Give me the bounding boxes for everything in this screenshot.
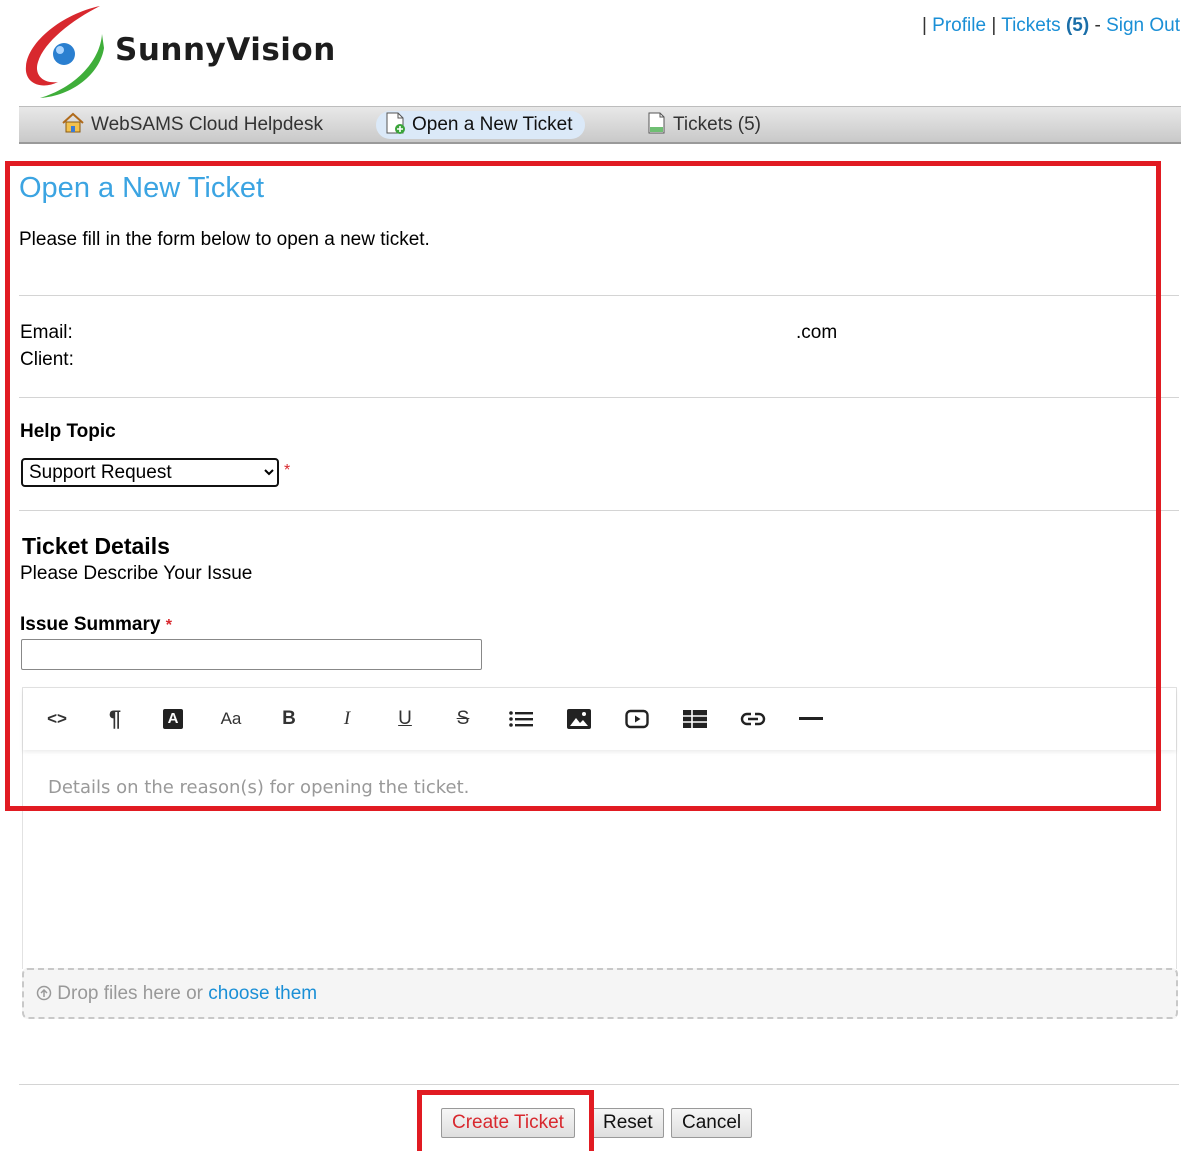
nav-bar: WebSAMS Cloud Helpdesk Open a New Ticket… [19,106,1181,144]
sunnyvision-logo-icon [22,4,106,100]
nav-item-open-new-ticket[interactable]: Open a New Ticket [376,111,585,139]
dropzone-text-wrap: Drop files here or choose them [36,983,317,1005]
highlight-box-create-button [417,1090,594,1151]
dropzone-text: Drop files here or [57,983,204,1004]
separator: | [921,15,927,36]
nav-item-helpdesk[interactable]: WebSAMS Cloud Helpdesk [53,111,335,139]
nav-item-label: WebSAMS Cloud Helpdesk [91,114,323,135]
tickets-link[interactable]: Tickets (5) [1001,15,1089,36]
tickets-link-label: Tickets [1001,15,1061,36]
new-ticket-icon [386,112,405,134]
tickets-icon [648,112,665,134]
divider [19,1084,1179,1085]
nav-item-label: Tickets (5) [673,114,761,135]
highlight-box-form [5,161,1161,811]
reset-button[interactable]: Reset [592,1108,664,1138]
upload-icon [36,985,52,1001]
choose-files-link[interactable]: choose them [208,983,317,1004]
home-icon [62,112,84,133]
profile-link[interactable]: Profile [932,15,986,36]
separator: | [991,15,997,36]
nav-item-label: Open a New Ticket [412,114,573,135]
file-dropzone[interactable]: Drop files here or choose them [22,968,1178,1019]
sign-out-link[interactable]: Sign Out [1106,15,1180,36]
tickets-count: (5) [1065,15,1090,36]
nav-item-tickets[interactable]: Tickets (5) [637,111,773,139]
top-links: | Profile | Tickets (5) - Sign Out [922,15,1180,37]
brand-name: SunnyVision [115,32,336,68]
separator: - [1094,15,1101,36]
cancel-button[interactable]: Cancel [671,1108,753,1138]
